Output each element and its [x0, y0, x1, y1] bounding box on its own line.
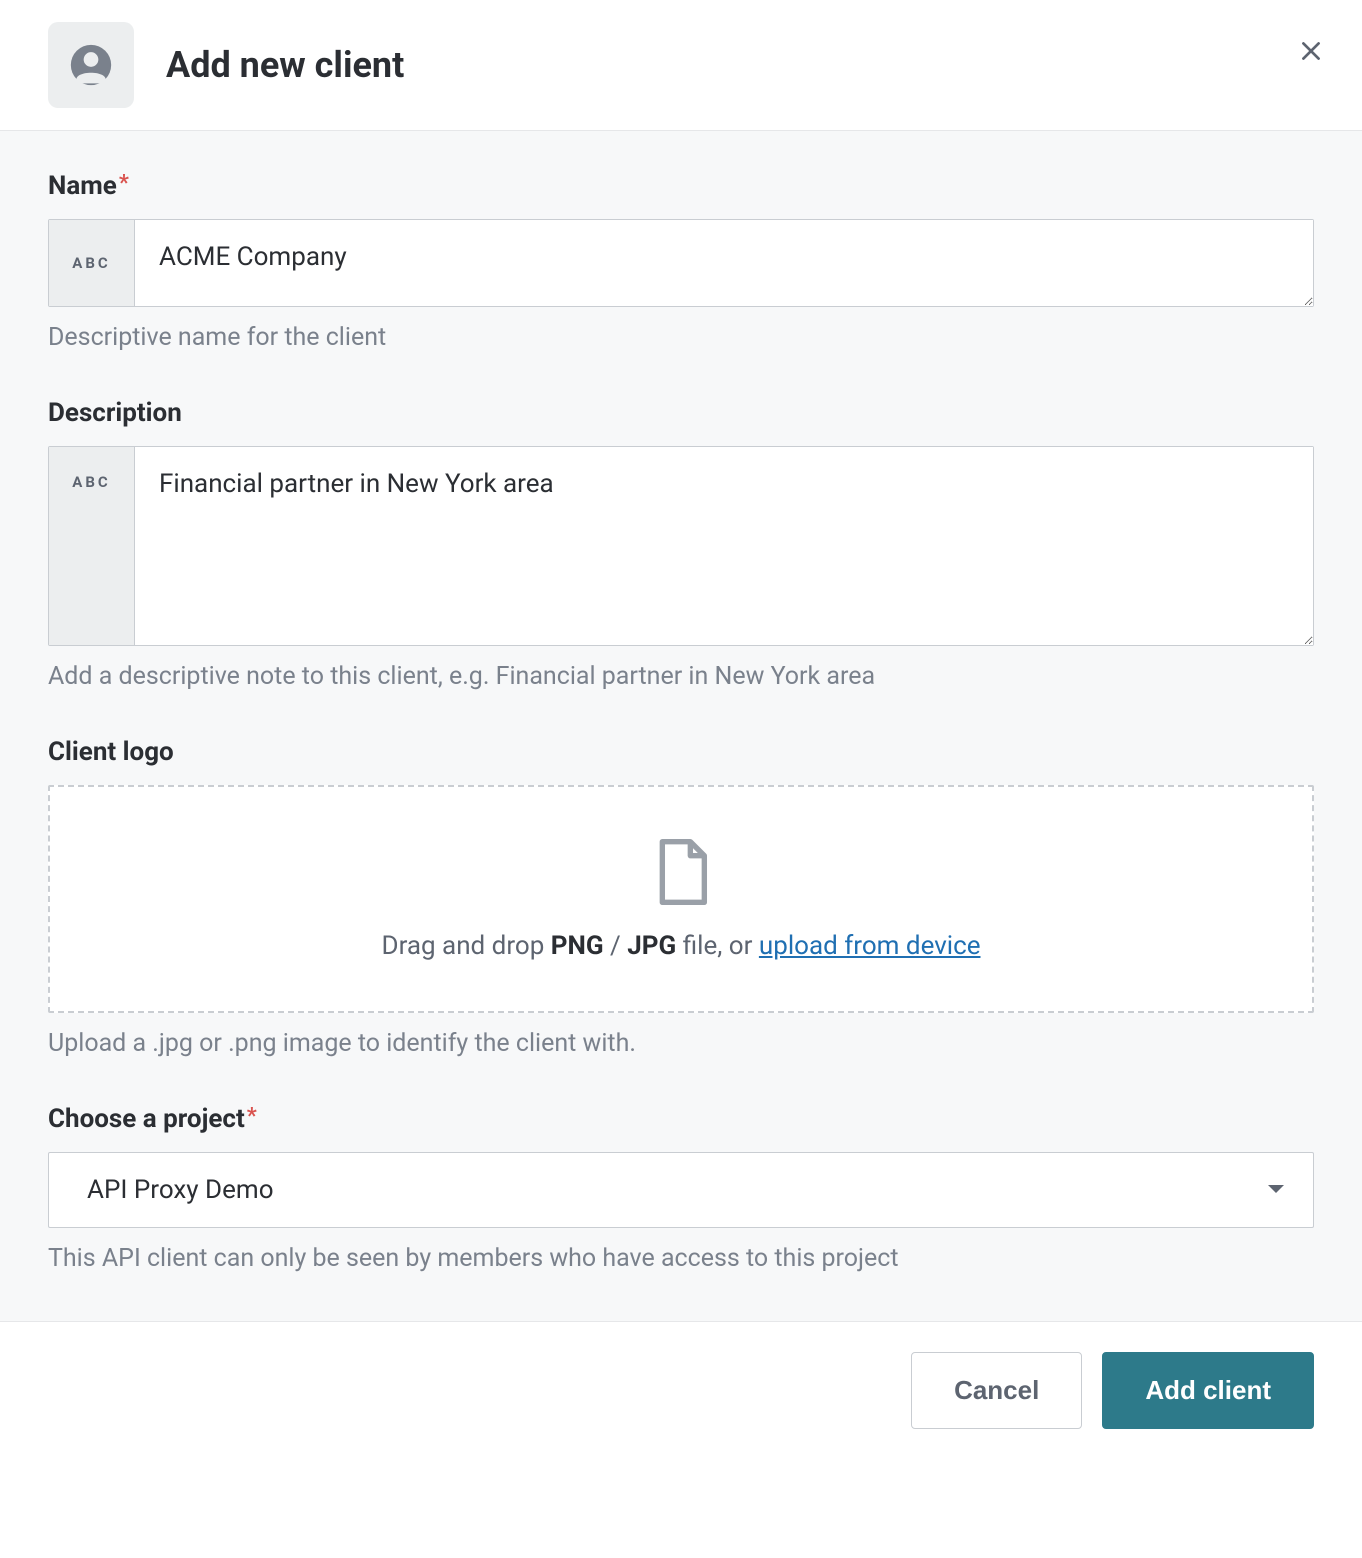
dropzone-text: Drag and drop PNG / JPG file, or upload … — [382, 931, 981, 961]
upload-from-device-link[interactable]: upload from device — [759, 931, 981, 961]
slash: / — [604, 931, 628, 961]
name-label: Name* — [48, 171, 1314, 201]
logo-dropzone[interactable]: Drag and drop PNG / JPG file, or upload … — [48, 785, 1314, 1013]
abc-prefix: ABC — [49, 447, 135, 645]
logo-label: Client logo — [48, 737, 1314, 767]
logo-help: Upload a .jpg or .png image to identify … — [48, 1029, 1314, 1058]
description-help: Add a descriptive note to this client, e… — [48, 662, 1314, 691]
name-input-row: ABC — [48, 219, 1314, 307]
description-input[interactable] — [135, 447, 1313, 645]
add-client-button[interactable]: Add client — [1102, 1352, 1314, 1429]
abc-prefix: ABC — [49, 220, 135, 306]
client-avatar-placeholder — [48, 22, 134, 108]
close-button[interactable] — [1298, 38, 1324, 68]
required-mark: * — [247, 1104, 257, 1129]
name-label-text: Name — [48, 171, 117, 201]
project-select[interactable]: API Proxy Demo — [48, 1152, 1314, 1228]
required-mark: * — [119, 171, 129, 196]
project-field: Choose a project* API Proxy Demo This AP… — [48, 1104, 1314, 1273]
description-label: Description — [48, 398, 1314, 428]
cancel-button[interactable]: Cancel — [911, 1352, 1082, 1429]
jpg-text: JPG — [627, 931, 676, 961]
close-icon — [1298, 38, 1324, 64]
project-selected-value: API Proxy Demo — [87, 1175, 274, 1205]
name-field: Name* ABC Descriptive name for the clien… — [48, 171, 1314, 352]
modal-header: Add new client — [0, 0, 1362, 131]
description-field: Description ABC Add a descriptive note t… — [48, 398, 1314, 691]
description-input-row: ABC — [48, 446, 1314, 646]
project-label-text: Choose a project — [48, 1104, 245, 1134]
modal-body: Name* ABC Descriptive name for the clien… — [0, 131, 1362, 1321]
logo-field: Client logo Drag and drop PNG / JPG file… — [48, 737, 1314, 1058]
name-help: Descriptive name for the client — [48, 323, 1314, 352]
chevron-down-icon — [1267, 1184, 1285, 1196]
drop-prefix: Drag and drop — [382, 931, 551, 961]
file-icon — [653, 837, 709, 907]
project-label: Choose a project* — [48, 1104, 1314, 1134]
add-client-modal: Add new client Name* ABC Descriptive nam… — [0, 0, 1362, 1459]
project-help: This API client can only be seen by memb… — [48, 1244, 1314, 1273]
png-text: PNG — [551, 931, 604, 961]
modal-title: Add new client — [166, 44, 404, 86]
file-or: file, or — [676, 931, 759, 961]
modal-footer: Cancel Add client — [0, 1321, 1362, 1459]
person-icon — [69, 43, 113, 87]
name-input[interactable] — [135, 220, 1313, 306]
